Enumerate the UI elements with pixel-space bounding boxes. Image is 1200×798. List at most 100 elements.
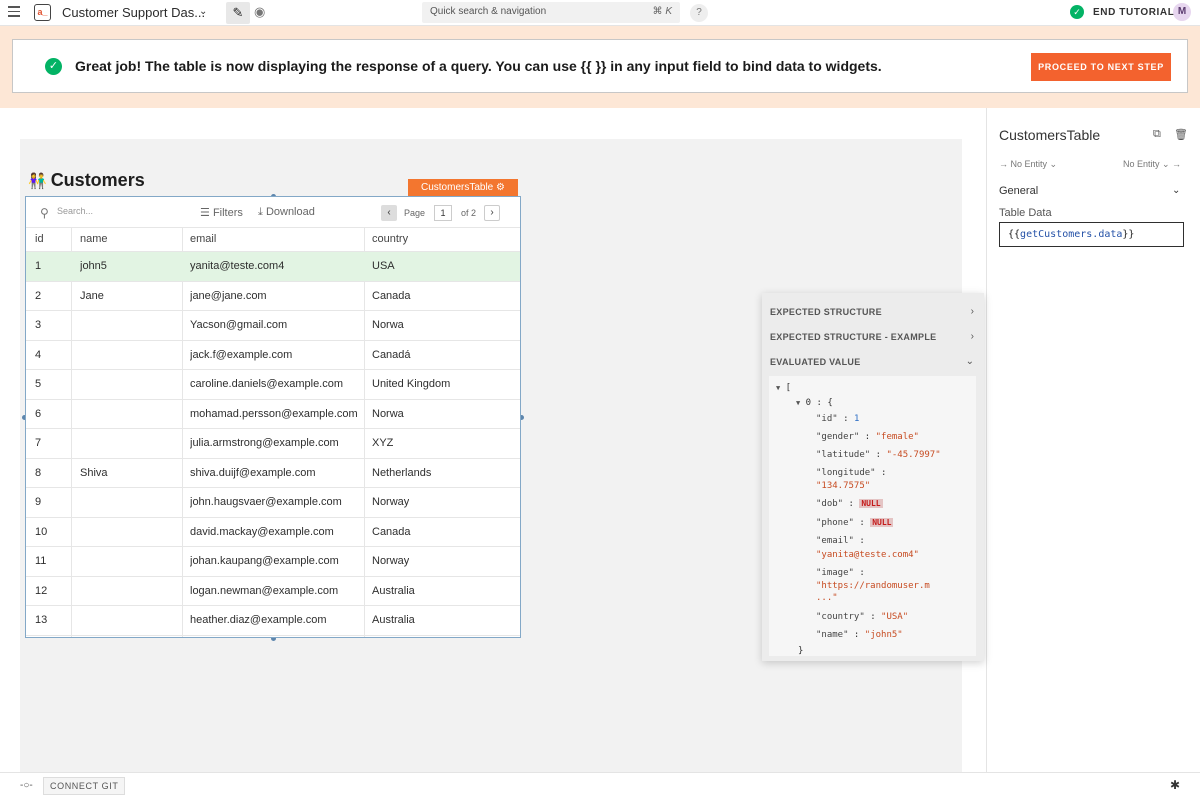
json-image-value-line: "https://randomuser.m	[816, 581, 930, 591]
json-value: "john5"	[864, 630, 903, 640]
widget-name-title[interactable]: CustomersTable	[999, 127, 1100, 143]
expected-structure-example-label: EXPECTED STRUCTURE - EXAMPLE	[770, 332, 937, 342]
json-value: "USA"	[881, 612, 909, 622]
json-phone-line: "phone" : NULL	[816, 518, 894, 528]
table-row[interactable]: 10 david.mackay@example.com Canada	[26, 518, 520, 547]
success-check-icon: ✓	[45, 58, 62, 75]
menu-icon[interactable]	[8, 6, 20, 18]
table-row[interactable]: 6 mohamad.persson@example.com Norwa	[26, 400, 520, 429]
json-email-line: "email" :	[816, 536, 865, 546]
json-longitude-value-line: "134.7575"	[816, 481, 870, 491]
collapse-triangle-icon[interactable]: ▼	[796, 399, 800, 407]
table-search-input[interactable]: Search...	[57, 206, 93, 216]
column-header-id[interactable]: id	[35, 233, 44, 245]
cell-email: shiva.duijf@example.com	[190, 466, 316, 479]
app-name[interactable]: Customer Support Das...	[62, 5, 205, 20]
table-row[interactable]: 5 caroline.daniels@example.com United King…	[26, 370, 520, 400]
json-item-open: 0 : {	[805, 398, 833, 408]
quick-search-bar[interactable]: Quick search & navigation ⌘ K	[422, 2, 680, 23]
table-row[interactable]: 8 Shiva shiva.duijf@example.com Netherlands	[26, 459, 520, 488]
bug-icon[interactable]: ✱	[1170, 778, 1180, 792]
table-row[interactable]: 9 john.haugsvaer@example.com Norway	[26, 488, 520, 518]
cell-name: john5	[80, 260, 107, 272]
page-number-input[interactable]: 1	[434, 205, 452, 221]
json-value: "134.7575"	[816, 481, 871, 491]
copy-icon[interactable]: ⧉	[1153, 128, 1161, 141]
json-null-badge: NULL	[870, 518, 894, 527]
table-row[interactable]: 7 julia.armstrong@example.com XYZ	[26, 429, 520, 459]
entity-selector-left[interactable]: → No Entity ⌄	[999, 159, 1057, 170]
cell-email: caroline.daniels@example.com	[190, 378, 344, 390]
table-row[interactable]: 13 heather.diaz@example.com Australia	[26, 606, 520, 636]
collapse-triangle-icon[interactable]: ▼	[776, 384, 780, 392]
check-icon: ✓	[1070, 5, 1084, 19]
table-row[interactable]: 2 Jane jane@jane.com Canada	[26, 282, 520, 311]
cell-email: julia.armstrong@example.com	[190, 437, 339, 449]
general-section-header[interactable]: General	[999, 185, 1038, 197]
json-latitude-line: "latitude" : "-45.7997"	[816, 450, 941, 460]
app-logo-icon[interactable]: a_	[34, 4, 51, 21]
cell-id: 4	[35, 348, 42, 361]
json-name-line: "name" : "john5"	[816, 630, 903, 640]
search-shortcut: ⌘ K	[652, 6, 672, 17]
table-row[interactable]: 4 jack.f@example.com Canadá	[26, 341, 520, 370]
json-close-brace-text: }	[798, 646, 804, 656]
next-page-button[interactable]: ›	[484, 205, 500, 221]
cell-id: 11	[35, 555, 47, 567]
json-image-line: "image" :	[816, 568, 865, 578]
table-row[interactable]: 12 logan.newman@example.com Australia	[26, 577, 520, 606]
help-button[interactable]: ?	[690, 4, 708, 22]
customers-table[interactable]: ⚲ Search... ☰ Filters ⤓ Download ‹ Page …	[25, 196, 521, 638]
table-row[interactable]: 11 johan.kaupang@example.com Norway	[26, 547, 520, 577]
json-image-ellipsis-line[interactable]: ..."	[816, 593, 838, 603]
cell-country: Netherlands	[372, 466, 432, 479]
json-value: "yanita@teste.com4"	[816, 550, 919, 560]
proceed-next-step-button[interactable]: PROCEED TO NEXT STEP	[1031, 53, 1171, 81]
filter-icon: ☰	[200, 207, 210, 219]
expected-structure-example-section[interactable]: EXPECTED STRUCTURE - EXAMPLE ›	[762, 325, 984, 349]
chevron-right-icon: ›	[970, 306, 974, 317]
cell-country: USA	[372, 260, 395, 272]
widget-name-tag[interactable]: CustomersTable ⚙	[408, 179, 518, 196]
filters-button[interactable]: ☰ Filters	[200, 206, 243, 219]
cell-country: Canadá	[372, 348, 411, 361]
filters-label: Filters	[212, 207, 243, 219]
prev-page-button[interactable]: ‹	[381, 205, 397, 221]
download-button[interactable]: ⤓ Download	[258, 206, 315, 219]
column-header-email[interactable]: email	[190, 233, 216, 245]
cell-id: 3	[35, 319, 42, 331]
delete-icon[interactable]: 🗑	[1174, 128, 1188, 141]
table-row[interactable]: 3 Yacson@gmail.com Norwa	[26, 311, 520, 341]
json-item-line[interactable]: ▼ 0 : {	[796, 398, 833, 408]
chevron-down-icon[interactable]: ⌄	[1172, 185, 1180, 196]
cell-country: XYZ	[372, 437, 394, 449]
binding-expression: getCustomers.data	[1020, 229, 1123, 240]
cell-name: Shiva	[80, 466, 108, 479]
cell-email: jane@jane.com	[190, 289, 267, 302]
evaluated-value-section[interactable]: EVALUATED VALUE ⌄	[762, 350, 984, 374]
table-row[interactable]: 1 john5 yanita@teste.com4 USA	[26, 252, 520, 282]
customers-heading[interactable]: 👫 Customers	[28, 170, 145, 191]
json-longitude-line: "longitude" :	[816, 468, 887, 478]
expected-structure-label: EXPECTED STRUCTURE	[770, 307, 882, 317]
edit-mode-button[interactable]: ✎	[226, 2, 250, 24]
cell-country: Norway	[372, 555, 410, 567]
column-header-country[interactable]: country	[372, 233, 408, 245]
chevron-right-icon: ›	[970, 331, 974, 342]
connect-git-button[interactable]: CONNECT GIT	[43, 777, 126, 795]
end-tutorial-button[interactable]: ✓ END TUTORIAL	[1070, 5, 1174, 19]
json-root-line[interactable]: ▼ [	[776, 383, 791, 393]
avatar[interactable]: M	[1173, 3, 1191, 21]
expected-structure-section[interactable]: EXPECTED STRUCTURE ›	[762, 300, 984, 324]
json-close-brace: }	[798, 646, 803, 656]
column-header-name[interactable]: name	[80, 233, 108, 245]
chevron-down-icon[interactable]: ⌄	[199, 6, 207, 17]
json-key: "phone"	[816, 518, 854, 528]
table-data-input[interactable]: {{getCustomers.data}}	[999, 222, 1184, 247]
banner-message: Great job! The table is now displaying t…	[75, 58, 882, 74]
settings-gear-icon[interactable]: ⚙	[496, 182, 505, 193]
cell-country: Canada	[372, 525, 411, 538]
customers-heading-text: Customers	[50, 170, 145, 190]
entity-selector-right[interactable]: No Entity ⌄ →	[1123, 159, 1181, 170]
preview-eye-icon[interactable]: ◉	[254, 4, 265, 20]
